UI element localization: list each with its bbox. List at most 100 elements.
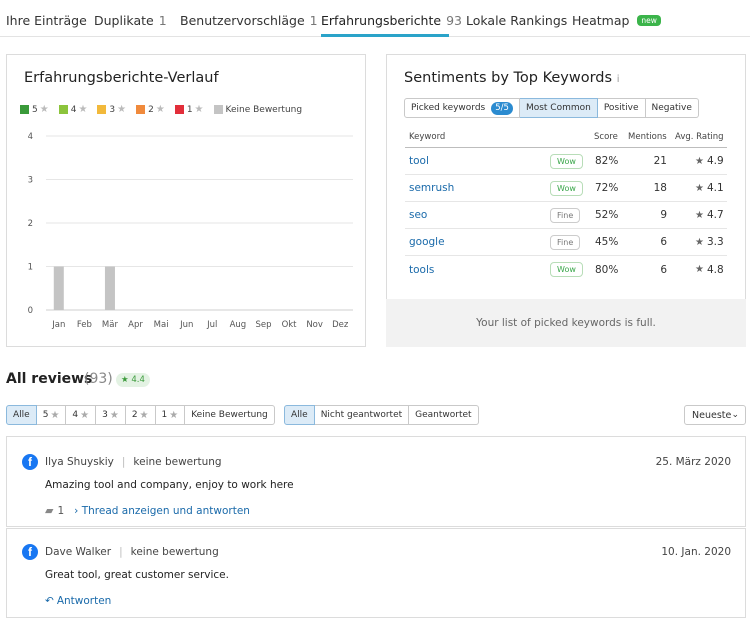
seg-most-common[interactable]: Most Common	[519, 98, 598, 118]
col-score[interactable]: Score	[594, 126, 618, 147]
filter-no-rating[interactable]: Keine Bewertung	[185, 405, 275, 425]
keyword-mentions: 6	[660, 263, 667, 276]
keyword-score: 45%	[595, 236, 619, 248]
keyword-table-header: Keyword Score Mentions Avg. Rating	[405, 126, 727, 148]
x-tick-label: Mär	[102, 320, 119, 330]
filter-label: Keine Bewertung	[191, 410, 268, 420]
review-meta: Dave Walker | keine bewertung	[45, 546, 219, 558]
star-icon: ★	[695, 236, 704, 248]
keyword-link[interactable]: tool	[409, 155, 429, 167]
keyword-rating: 4.1	[706, 182, 724, 194]
sort-dropdown[interactable]: Neueste ⌄	[684, 405, 746, 425]
keyword-link[interactable]: seo	[409, 209, 427, 221]
filter-label: Nicht geantwortet	[320, 410, 403, 420]
chart-bar[interactable]	[53, 266, 64, 311]
seg-label: Most Common	[525, 103, 591, 113]
review-card: f Dave Walker | keine bewertung 10. Jan. 2…	[6, 528, 746, 618]
filter-label: Alle	[13, 410, 30, 420]
reply-icon: ↶	[45, 595, 54, 607]
col-mentions[interactable]: Mentions	[628, 126, 667, 147]
keyword-row: seo Fine 52% 9 ★ 4.7	[405, 202, 727, 229]
filter-1-star[interactable]: 1 ★	[155, 405, 186, 425]
keyword-score: 72%	[595, 182, 619, 194]
review-author: Ilya Shuyskiy	[45, 456, 114, 468]
facebook-icon: f	[22, 454, 38, 470]
x-tick-label: Nov	[306, 320, 323, 330]
filter-all-stars[interactable]: Alle	[6, 405, 37, 425]
star-filter-group: Alle 5 ★ 4 ★ 3 ★ 2 ★ 1 ★ Keine Bewertung	[6, 405, 275, 425]
tab-lokale-rankings[interactable]: Lokale Rankings	[466, 13, 567, 28]
sentiments-title: Sentiments by Top Keywords ⅰ	[404, 70, 619, 86]
thread-link-label: Thread anzeigen und antworten	[81, 504, 250, 517]
y-tick-label: 2	[28, 219, 33, 229]
keyword-rating: 4.8	[706, 263, 724, 276]
review-rating: keine bewertung	[130, 546, 219, 558]
facebook-icon: f	[22, 544, 38, 560]
star-icon: ★	[695, 155, 704, 167]
review-rating: keine bewertung	[133, 456, 222, 468]
y-tick-label: 1	[28, 263, 33, 273]
keyword-rating: 3.3	[706, 236, 724, 248]
review-text: Great tool, great customer service.	[45, 569, 229, 581]
chevron-down-icon: ⌄	[731, 410, 739, 420]
chevron-right-icon: ›	[74, 504, 79, 517]
review-date: 25. März 2020	[655, 456, 731, 468]
thread-link[interactable]: › Thread anzeigen und antworten	[74, 505, 250, 517]
x-tick-label: Jul	[206, 320, 217, 330]
reply-link[interactable]: ↶ Antworten	[45, 595, 111, 607]
col-avg-rating[interactable]: Avg. Rating	[675, 126, 724, 147]
info-icon[interactable]: ⅰ	[617, 74, 620, 85]
filter-3-stars[interactable]: 3 ★	[96, 405, 126, 425]
keyword-score: 82%	[595, 155, 619, 167]
review-actions: ▰ 1 › Thread anzeigen und antworten	[45, 504, 250, 517]
seg-label: Negative	[651, 103, 692, 113]
reviews-title: All reviews	[6, 371, 93, 387]
filter-label: 3	[102, 410, 108, 420]
filter-replied[interactable]: Geantwortet	[409, 405, 479, 425]
reviews-count: (93)	[84, 371, 113, 387]
keyword-link[interactable]: semrush	[409, 182, 454, 194]
seg-positive[interactable]: Positive	[597, 98, 646, 118]
meta-separator: |	[121, 456, 126, 468]
star-icon: ★	[169, 409, 179, 421]
keyword-link[interactable]: google	[409, 236, 445, 248]
star-icon: ★	[695, 264, 704, 275]
keyword-mentions: 18	[653, 182, 667, 194]
keyword-row: tools Wow 80% 6 ★ 4.8	[405, 256, 727, 283]
sentiment-tag: Wow	[550, 262, 583, 277]
x-tick-label: Jun	[179, 320, 193, 330]
keyword-mentions: 6	[660, 236, 667, 248]
seg-picked-keywords[interactable]: Picked keywords 5/5	[404, 98, 520, 118]
tab-heatmap[interactable]: Heatmap new	[572, 13, 661, 28]
sentiment-tag: Wow	[550, 180, 583, 196]
x-tick-label: Sep	[255, 320, 271, 330]
review-card: f Ilya Shuyskiy | keine bewertung 25. März…	[6, 436, 746, 527]
keyword-mentions: 21	[653, 155, 667, 167]
keyword-row: tool Wow 82% 21 ★ 4.9	[405, 148, 727, 175]
sort-value: Neueste	[692, 409, 732, 421]
filter-2-stars[interactable]: 2 ★	[125, 405, 156, 425]
chart-bar[interactable]	[104, 266, 115, 311]
y-tick-label: 4	[28, 132, 33, 142]
filter-5-stars[interactable]: 5 ★	[36, 405, 67, 425]
seg-negative[interactable]: Negative	[645, 98, 699, 118]
sentiment-tag: Wow	[550, 153, 583, 169]
tab-label: Lokale Rankings	[466, 13, 568, 28]
star-icon: ★	[695, 182, 704, 194]
star-icon: ★	[50, 409, 60, 421]
col-keyword[interactable]: Keyword	[409, 126, 445, 147]
star-icon: ★	[695, 209, 704, 221]
tab-count: 93	[446, 13, 462, 28]
filter-label: Geantwortet	[415, 410, 472, 420]
filter-not-replied[interactable]: Nicht geantwortet	[314, 405, 410, 425]
keyword-link[interactable]: tools	[409, 264, 434, 276]
keyword-filter-tabs: Picked keywords 5/5 Most Common Positive …	[404, 98, 699, 118]
filter-label: 4	[72, 410, 79, 420]
x-tick-label: Jan	[51, 320, 65, 330]
new-badge: new	[637, 15, 661, 26]
filter-4-stars[interactable]: 4 ★	[66, 405, 97, 425]
sentiment-tag: Fine	[550, 207, 581, 223]
filter-all-replies[interactable]: Alle	[284, 405, 315, 425]
keyword-score: 80%	[595, 263, 619, 276]
x-tick-label: Mai	[154, 320, 169, 330]
